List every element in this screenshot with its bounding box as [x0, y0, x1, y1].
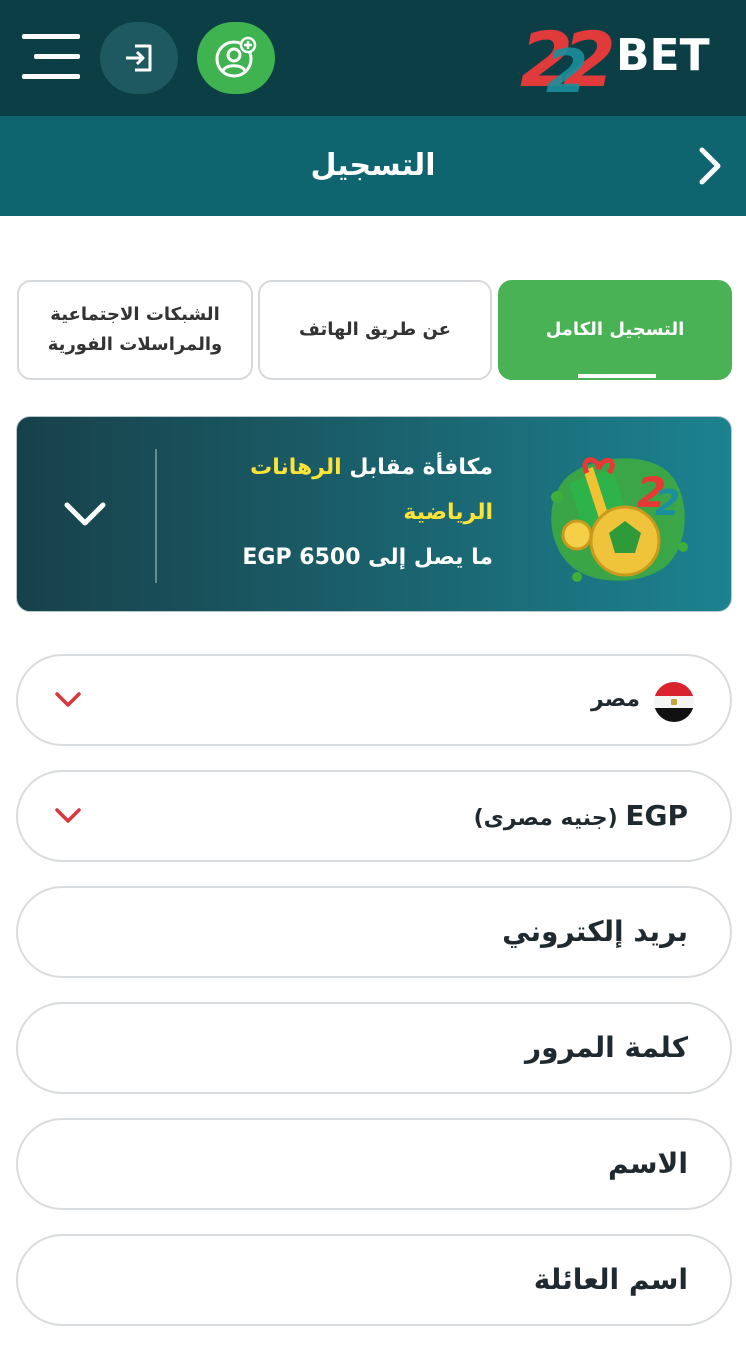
email-field[interactable]: بريد إلكتروني [16, 886, 732, 978]
hamburger-menu-icon[interactable] [22, 34, 80, 80]
egypt-flag-icon [654, 682, 694, 722]
tab-full-registration[interactable]: التسجيل الكامل [498, 280, 732, 380]
surname-placeholder: اسم العائلة [533, 1263, 688, 1296]
bonus-banner[interactable]: مكافأة مقابل الرهانات الرياضية ما يصل إل… [16, 416, 732, 612]
active-tab-indicator [578, 374, 656, 378]
currency-code: EGP [625, 799, 688, 832]
tab-label-line2: والمراسلات الفورية [47, 334, 223, 355]
password-field[interactable]: كلمة المرور [16, 1002, 732, 1094]
tab-label: التسجيل الكامل [545, 319, 685, 340]
tab-phone-registration[interactable]: عن طريق الهاتف [258, 280, 492, 380]
brand-logo[interactable]: 22 2 BET [518, 14, 728, 107]
chevron-down-icon [55, 808, 81, 823]
country-value: مصر [591, 687, 640, 712]
title-bar: التسجيل [0, 116, 746, 216]
svg-text:2: 2 [655, 483, 680, 524]
chevron-down-icon [55, 692, 81, 707]
currency-name: (جنيه مصرى) [473, 806, 618, 831]
add-user-icon [215, 36, 257, 78]
bonus-line-3: ما يصل إلى 6500 EGP [242, 545, 493, 570]
register-button[interactable] [197, 22, 275, 94]
password-placeholder: كلمة المرور [524, 1031, 688, 1064]
currency-select[interactable]: EGP (جنيه مصرى) [16, 770, 732, 862]
bonus-highlight-2: الرياضية [403, 500, 493, 525]
bonus-divider [155, 449, 157, 583]
svg-text:2: 2 [546, 37, 588, 100]
bonus-amount: 6500 EGP [242, 545, 361, 570]
bonus-text: مكافأة مقابل الرهانات الرياضية ما يصل إل… [163, 445, 493, 580]
chevron-right-icon[interactable] [690, 144, 730, 188]
chevron-down-icon[interactable] [63, 499, 107, 529]
tab-social-registration[interactable]: الشبكات الاجتماعية والمراسلات الفورية [17, 280, 253, 380]
currency-value: EGP (جنيه مصرى) [474, 772, 688, 860]
email-placeholder: بريد إلكتروني [502, 915, 688, 948]
bonus-highlight-1: الرهانات [250, 455, 342, 480]
country-select[interactable]: مصر [16, 654, 732, 746]
tab-label-line1: الشبكات الاجتماعية [50, 304, 220, 325]
tab-label: عن طريق الهاتف [299, 319, 451, 340]
top-header: 22 2 BET [0, 0, 746, 116]
login-icon [126, 44, 152, 72]
bonus-illustration: 2 2 [551, 457, 688, 582]
logo-word: BET [616, 30, 710, 81]
first-name-placeholder: الاسم [608, 1147, 688, 1180]
login-button[interactable] [100, 22, 178, 94]
bonus-line-1: مكافأة مقابل الرهانات [250, 455, 493, 480]
surname-field[interactable]: اسم العائلة [16, 1234, 732, 1326]
page-title: التسجيل [310, 148, 436, 183]
first-name-field[interactable]: الاسم [16, 1118, 732, 1210]
